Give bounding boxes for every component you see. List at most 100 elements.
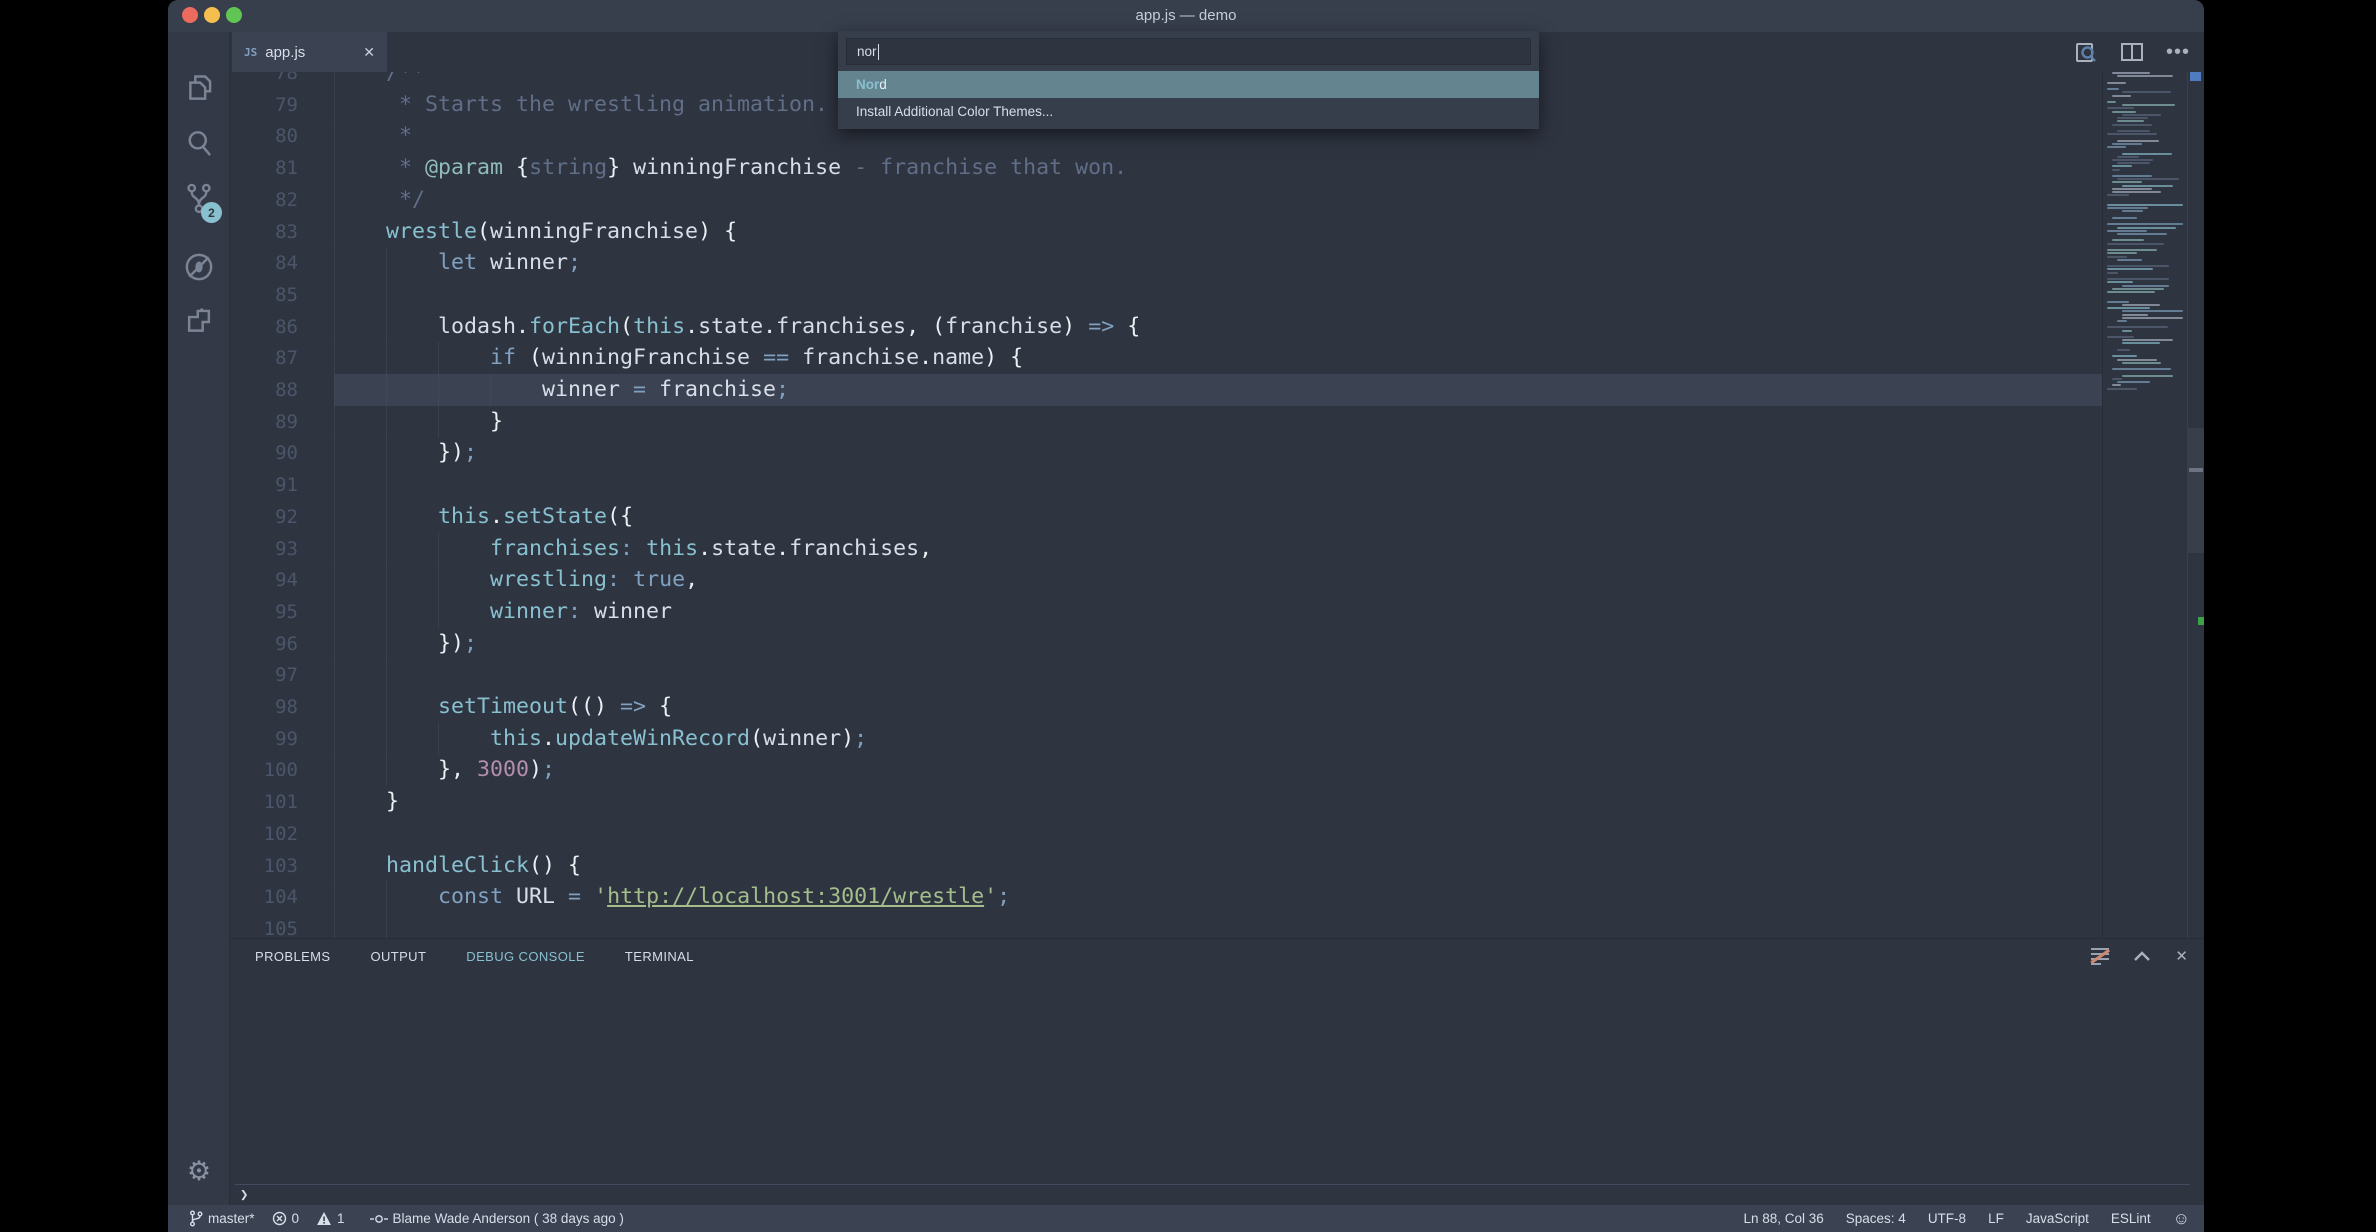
tab-appjs[interactable]: JS app.js ✕ bbox=[232, 32, 387, 72]
minimap-line bbox=[2107, 281, 2133, 283]
code-line[interactable]: 93 franchises: this.state.franchises, bbox=[230, 533, 2204, 565]
panel-tab-terminal[interactable]: TERMINAL bbox=[625, 949, 694, 964]
code-line[interactable]: 105 bbox=[230, 913, 2204, 938]
line-number: 87 bbox=[230, 342, 298, 374]
line-number: 99 bbox=[230, 723, 298, 755]
code-line[interactable]: 91 bbox=[230, 469, 2204, 501]
indent-guide bbox=[334, 279, 335, 311]
language-mode[interactable]: JavaScript bbox=[2026, 1211, 2089, 1226]
minimap-line bbox=[2112, 288, 2164, 290]
close-panel-icon[interactable]: ✕ bbox=[2175, 947, 2188, 965]
status-bar-right: Ln 88, Col 36 Spaces: 4 UTF-8 LF JavaScr… bbox=[1721, 1210, 2190, 1227]
code-line[interactable]: 90 }); bbox=[230, 437, 2204, 469]
minimap-line bbox=[2112, 143, 2142, 145]
code-text: winner = franchise; bbox=[334, 374, 789, 406]
panel-tab-problems[interactable]: PROBLEMS bbox=[255, 949, 330, 964]
quick-input-value: nor bbox=[857, 44, 877, 59]
extensions-icon[interactable] bbox=[168, 306, 230, 338]
code-editor[interactable]: 78 /**79 * Starts the wrestling animatio… bbox=[230, 72, 2204, 938]
code-line[interactable]: 103 handleClick() { bbox=[230, 850, 2204, 882]
code-text: const URL = 'http://localhost:3001/wrest… bbox=[334, 881, 1010, 913]
code-line[interactable]: 95 winner: winner bbox=[230, 596, 2204, 628]
warning-count[interactable]: 1 bbox=[316, 1211, 345, 1226]
encoding-setting[interactable]: UTF-8 bbox=[1928, 1211, 1966, 1226]
minimap-line bbox=[2107, 88, 2119, 90]
tab-close-icon[interactable]: ✕ bbox=[363, 44, 375, 61]
code-line[interactable]: 89 } bbox=[230, 406, 2204, 438]
quick-input-list: NordInstall Additional Color Themes... bbox=[846, 71, 1531, 125]
line-number: 78 bbox=[230, 72, 298, 89]
explorer-icon[interactable] bbox=[168, 74, 230, 106]
code-text: winner: winner bbox=[334, 596, 672, 628]
split-editor-icon[interactable] bbox=[2120, 40, 2144, 64]
minimap-line bbox=[2122, 310, 2183, 312]
filter-output-icon[interactable] bbox=[2091, 948, 2109, 964]
code-line[interactable]: 87 if (winningFranchise == franchise.nam… bbox=[230, 342, 2204, 374]
debug-disabled-icon[interactable] bbox=[168, 250, 230, 284]
quick-input-field[interactable]: nor bbox=[846, 38, 1531, 65]
minimap-line bbox=[2107, 272, 2118, 274]
maximize-panel-icon[interactable] bbox=[2133, 950, 2151, 962]
minimap-line bbox=[2112, 95, 2131, 97]
panel-tab-output[interactable]: OUTPUT bbox=[370, 949, 426, 964]
code-line[interactable]: 104 const URL = 'http://localhost:3001/w… bbox=[230, 881, 2204, 913]
code-line[interactable]: 84 let winner; bbox=[230, 247, 2204, 279]
code-line[interactable]: 92 this.setState({ bbox=[230, 501, 2204, 533]
code-text: * @param {string} winningFranchise - fra… bbox=[334, 152, 1127, 184]
code-line[interactable]: 94 wrestling: true, bbox=[230, 564, 2204, 596]
git-branch-status[interactable]: master* bbox=[189, 1210, 255, 1227]
open-changes-icon[interactable] bbox=[2074, 40, 2098, 64]
code-text: franchises: this.state.franchises, bbox=[334, 533, 932, 565]
minimap-line bbox=[2107, 146, 2126, 148]
code-text: /** bbox=[334, 72, 425, 89]
line-number: 79 bbox=[230, 89, 298, 121]
line-number: 83 bbox=[230, 216, 298, 248]
eol-setting[interactable]: LF bbox=[1988, 1211, 2004, 1226]
panel-tab-debug-console[interactable]: DEBUG CONSOLE bbox=[466, 949, 585, 964]
scrollbar-thumb[interactable] bbox=[2188, 428, 2204, 553]
line-number: 101 bbox=[230, 786, 298, 818]
line-number: 104 bbox=[230, 881, 298, 913]
code-line[interactable]: 97 bbox=[230, 659, 2204, 691]
code-line[interactable]: 98 setTimeout(() => { bbox=[230, 691, 2204, 723]
code-text: }); bbox=[334, 628, 477, 660]
debug-console-input-divider bbox=[235, 1184, 2190, 1185]
minimap[interactable] bbox=[2102, 72, 2186, 938]
indentation-setting[interactable]: Spaces: 4 bbox=[1846, 1211, 1906, 1226]
indent-guide bbox=[386, 913, 387, 938]
code-line[interactable]: 83 wrestle(winningFranchise) { bbox=[230, 216, 2204, 248]
quick-input-item-selected[interactable]: Nord bbox=[838, 71, 1539, 98]
minimap-line bbox=[2112, 175, 2152, 177]
more-actions-icon[interactable]: ••• bbox=[2166, 40, 2190, 64]
code-line[interactable]: 99 this.updateWinRecord(winner); bbox=[230, 723, 2204, 755]
minimap-line bbox=[2107, 133, 2157, 135]
gitlens-blame[interactable]: Blame Wade Anderson ( 38 days ago ) bbox=[370, 1211, 624, 1226]
search-icon[interactable] bbox=[168, 128, 230, 160]
quick-input-item[interactable]: Install Additional Color Themes... bbox=[838, 98, 1539, 125]
minimap-line bbox=[2122, 210, 2143, 212]
code-line[interactable]: 85 bbox=[230, 279, 2204, 311]
indent-guide bbox=[386, 279, 387, 311]
error-count[interactable]: 0 bbox=[272, 1211, 300, 1226]
code-line[interactable]: 102 bbox=[230, 818, 2204, 850]
code-text: this.updateWinRecord(winner); bbox=[334, 723, 867, 755]
code-text: wrestle(winningFranchise) { bbox=[334, 216, 737, 248]
code-line[interactable]: 100 }, 3000); bbox=[230, 754, 2204, 786]
eslint-status[interactable]: ESLint bbox=[2111, 1211, 2151, 1226]
code-text: }, 3000); bbox=[334, 754, 555, 786]
minimap-line bbox=[2117, 227, 2176, 229]
cursor-position[interactable]: Ln 88, Col 36 bbox=[1743, 1211, 1823, 1226]
code-line[interactable]: 82 */ bbox=[230, 184, 2204, 216]
editor-scrollbar[interactable] bbox=[2187, 72, 2204, 938]
minimap-line bbox=[2112, 72, 2150, 74]
indent-guide bbox=[334, 913, 335, 938]
debug-console-prompt[interactable]: ❯ bbox=[240, 1187, 248, 1203]
code-line[interactable]: 88 winner = franchise; bbox=[230, 374, 2204, 406]
code-line[interactable]: 101 } bbox=[230, 786, 2204, 818]
code-line[interactable]: 86 lodash.forEach(this.state.franchises,… bbox=[230, 311, 2204, 343]
code-line[interactable]: 96 }); bbox=[230, 628, 2204, 660]
settings-gear-icon[interactable]: ⚙ bbox=[168, 1156, 230, 1187]
feedback-smiley-icon[interactable]: ☺ bbox=[2173, 1210, 2190, 1227]
code-line[interactable]: 81 * @param {string} winningFranchise - … bbox=[230, 152, 2204, 184]
line-number: 102 bbox=[230, 818, 298, 850]
